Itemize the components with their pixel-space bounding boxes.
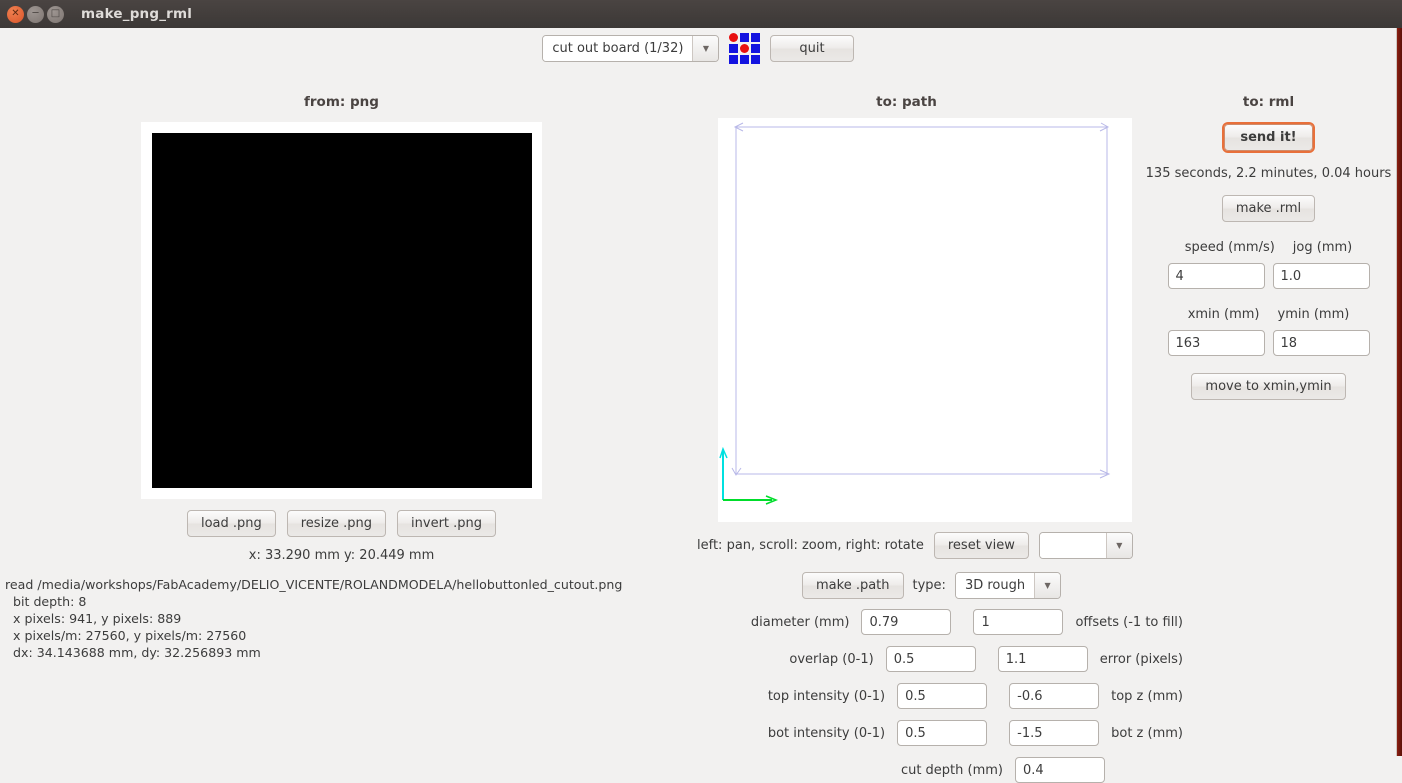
png-info-log: read /media/workshops/FabAcademy/DELIO_V… bbox=[5, 577, 623, 660]
path-preview-canvas[interactable] bbox=[718, 118, 1132, 522]
time-estimate-text: 135 seconds, 2.2 minutes, 0.04 hours bbox=[1145, 166, 1392, 181]
ymin-label: ymin (mm) bbox=[1277, 307, 1350, 322]
axis-gizmo bbox=[719, 446, 779, 505]
png-button-row: load .png resize .png invert .png bbox=[0, 510, 683, 537]
minimize-window-icon[interactable]: ─ bbox=[27, 5, 44, 23]
xmin-ymin-labels: xmin (mm) ymin (mm) bbox=[1188, 307, 1350, 322]
machine-select[interactable]: cut out board (1/32) ▼ bbox=[542, 34, 720, 62]
diameter-input[interactable] bbox=[861, 609, 952, 635]
resize-png-button[interactable]: resize .png bbox=[286, 510, 387, 537]
invert-png-button[interactable]: invert .png bbox=[397, 510, 497, 537]
bot-intensity-label: bot intensity (0-1) bbox=[767, 725, 886, 741]
ymin-input[interactable] bbox=[1272, 330, 1370, 356]
make-path-row: make .path type: 3D rough ▼ bbox=[683, 572, 1140, 599]
chevron-down-icon[interactable]: ▼ bbox=[1034, 573, 1061, 598]
bot-z-input[interactable] bbox=[1009, 720, 1100, 746]
speed-jog-labels: speed (mm/s) jog (mm) bbox=[1185, 240, 1352, 255]
type-label: type: bbox=[912, 578, 946, 593]
cursor-coordinates-readout: x: 33.290 mm y: 20.449 mm bbox=[248, 548, 435, 563]
move-button-wrapper: move to xmin,ymin bbox=[1191, 373, 1346, 400]
dot-grid-icon[interactable] bbox=[729, 32, 761, 64]
load-png-button[interactable]: load .png bbox=[186, 510, 276, 537]
rml-panel: to: rml send it! 135 seconds, 2.2 minute… bbox=[1140, 64, 1397, 756]
path-panel-heading: to: path bbox=[876, 94, 937, 110]
make-rml-button[interactable]: make .rml bbox=[1221, 195, 1316, 222]
param-row-top-intensity: top intensity (0-1) top z (mm) bbox=[683, 683, 1183, 709]
param-row-overlap: overlap (0-1) error (pixels) bbox=[683, 646, 1183, 672]
speed-jog-inputs bbox=[1167, 263, 1370, 289]
top-intensity-label: top intensity (0-1) bbox=[767, 688, 886, 704]
path-panel: to: path left: pan, scroll: zoom, right:… bbox=[683, 64, 1183, 783]
rml-panel-heading: to: rml bbox=[1242, 94, 1295, 110]
application-body: cut out board (1/32) ▼ quit from: png lo… bbox=[0, 28, 1397, 783]
top-toolbar: cut out board (1/32) ▼ quit bbox=[0, 31, 1396, 65]
jog-label: jog (mm) bbox=[1292, 240, 1353, 255]
window-right-border bbox=[1397, 28, 1402, 756]
move-to-xmin-ymin-button[interactable]: move to xmin,ymin bbox=[1191, 373, 1346, 400]
chevron-down-icon[interactable]: ▼ bbox=[1105, 533, 1132, 558]
speed-input[interactable] bbox=[1167, 263, 1265, 289]
path-direction-arrows bbox=[731, 122, 1111, 479]
view-select[interactable]: ▼ bbox=[1038, 532, 1133, 559]
view-select-value bbox=[1039, 533, 1106, 558]
path-outline-rectangle bbox=[735, 126, 1108, 475]
cut-depth-label: cut depth (mm) bbox=[900, 762, 1003, 778]
xmin-ymin-inputs bbox=[1167, 330, 1370, 356]
png-preview-image[interactable] bbox=[151, 133, 532, 488]
bot-intensity-input[interactable] bbox=[897, 720, 988, 746]
make-rml-wrapper: make .rml bbox=[1221, 195, 1316, 222]
view-controls-row: left: pan, scroll: zoom, right: rotate r… bbox=[683, 532, 1140, 559]
make-path-button[interactable]: make .path bbox=[802, 572, 904, 599]
reset-view-button[interactable]: reset view bbox=[933, 532, 1029, 559]
overlap-label: overlap (0-1) bbox=[789, 651, 874, 667]
top-z-input[interactable] bbox=[1009, 683, 1100, 709]
send-it-button[interactable]: send it! bbox=[1224, 124, 1313, 151]
maximize-window-icon[interactable]: □ bbox=[47, 5, 64, 23]
cut-depth-input[interactable] bbox=[1015, 757, 1105, 783]
param-row-bot-intensity: bot intensity (0-1) bot z (mm) bbox=[683, 720, 1183, 746]
png-preview-frame[interactable] bbox=[141, 122, 542, 499]
window-title: make_png_rml bbox=[81, 6, 193, 22]
top-intensity-input[interactable] bbox=[897, 683, 988, 709]
png-panel: from: png load .png resize .png invert .… bbox=[0, 64, 683, 756]
jog-input[interactable] bbox=[1272, 263, 1370, 289]
path-type-value: 3D rough bbox=[955, 573, 1035, 598]
close-window-icon[interactable]: ✕ bbox=[7, 5, 24, 23]
send-it-wrapper: send it! bbox=[1224, 124, 1313, 151]
xmin-label: xmin (mm) bbox=[1187, 307, 1260, 322]
param-row-diameter: diameter (mm) offsets (-1 to fill) bbox=[683, 609, 1183, 635]
param-row-cut-depth: cut depth (mm) bbox=[683, 757, 1183, 783]
machine-select-value: cut out board (1/32) bbox=[543, 35, 693, 61]
chevron-down-icon[interactable]: ▼ bbox=[692, 35, 719, 61]
png-panel-heading: from: png bbox=[304, 94, 379, 110]
path-preview-svg bbox=[719, 122, 1111, 505]
offsets-input[interactable] bbox=[973, 609, 1064, 635]
overlap-input[interactable] bbox=[885, 646, 976, 672]
diameter-label: diameter (mm) bbox=[750, 614, 850, 630]
error-input[interactable] bbox=[997, 646, 1088, 672]
path-type-select[interactable]: 3D rough ▼ bbox=[954, 572, 1062, 599]
mouse-hint-text: left: pan, scroll: zoom, right: rotate bbox=[697, 538, 924, 553]
xmin-input[interactable] bbox=[1167, 330, 1265, 356]
quit-button[interactable]: quit bbox=[770, 34, 854, 62]
speed-label: speed (mm/s) bbox=[1184, 240, 1275, 255]
window-titlebar: ✕ ─ □ make_png_rml bbox=[0, 0, 1402, 28]
